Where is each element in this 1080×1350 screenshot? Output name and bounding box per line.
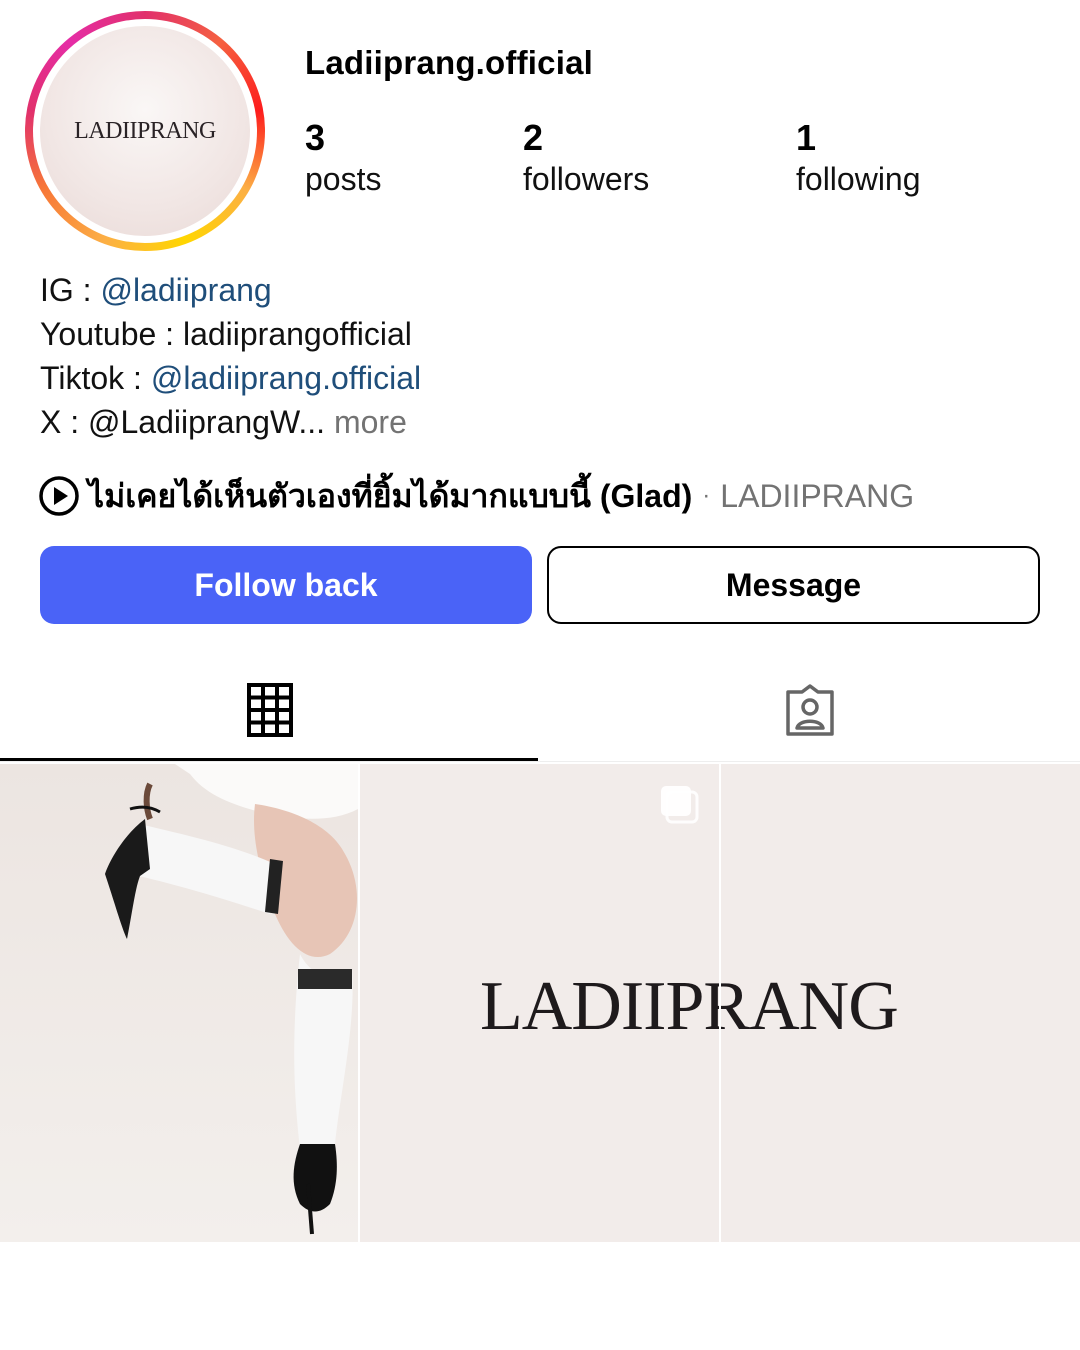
stat-followers[interactable]: 2 followers (523, 117, 649, 199)
stat-posts-count: 3 (305, 117, 326, 158)
tab-grid[interactable] (0, 660, 540, 760)
profile-bio: IG : @ladiiprang Youtube : ladiiprangoff… (40, 268, 421, 444)
bio-ig-line: IG : @ladiiprang (40, 268, 421, 312)
post-image-legs (0, 764, 358, 1242)
bio-youtube-line: Youtube : ladiiprangofficial (40, 316, 412, 352)
tab-divider (0, 761, 1080, 762)
svg-text:LADIIPRANG: LADIIPRANG (721, 968, 898, 1045)
stat-following-count: 1 (796, 117, 817, 158)
bio-x-text: X : @LadiiprangW... (40, 404, 326, 440)
svg-text:LADIIPRANG: LADIIPRANG (74, 118, 216, 144)
post-image-logo-right: LADIIPRANG (721, 764, 1080, 1242)
stat-posts-label: posts (305, 161, 382, 197)
profile-avatar[interactable]: LADIIPRANG (25, 11, 265, 251)
tab-tagged[interactable] (540, 660, 1080, 760)
post-tile-3[interactable]: LADIIPRANG (721, 764, 1080, 1242)
bio-tiktok-link[interactable]: @ladiiprang.official (151, 360, 421, 396)
posts-grid: LADIIPRANG LADIIPRANG (0, 764, 1080, 1242)
music-separator: · (702, 482, 711, 509)
stat-followers-count: 2 (523, 117, 544, 158)
bio-more-link[interactable]: more (334, 404, 407, 440)
stat-following[interactable]: 1 following (796, 117, 921, 199)
avatar-logo: LADIIPRANG (74, 118, 216, 144)
post-tile-1[interactable] (0, 764, 358, 1242)
post-image-logo-left: LADIIPRANG (360, 764, 719, 1242)
bio-tiktok-line: Tiktok : @ladiiprang.official (40, 356, 421, 400)
svg-text:LADIIPRANG: LADIIPRANG (480, 968, 719, 1045)
music-song-title: ไม่เคยได้เห็นตัวเองที่ยิ้มได้มากแบบนี้ (… (88, 477, 693, 514)
tagged-person-icon (786, 684, 834, 736)
bio-tiktok-label: Tiktok : (40, 360, 151, 396)
music-artist: LADIIPRANG (720, 477, 915, 514)
profile-music[interactable]: ไม่เคยได้เห็นตัวเองที่ยิ้มได้มากแบบนี้ (… (38, 474, 914, 518)
avatar-image: LADIIPRANG (40, 26, 250, 236)
bio-ig-link[interactable]: @ladiiprang (100, 272, 271, 308)
stat-following-label: following (796, 161, 921, 197)
post-tile-2[interactable]: LADIIPRANG (360, 764, 719, 1242)
follow-back-button[interactable]: Follow back (40, 546, 532, 624)
play-circle-icon (39, 476, 79, 516)
avatar-border: LADIIPRANG (33, 19, 257, 243)
bio-ig-label: IG : (40, 272, 101, 308)
profile-username: Ladiiprang.official (305, 44, 593, 81)
carousel-icon (661, 786, 699, 824)
stat-followers-label: followers (523, 161, 650, 197)
bio-x-line: X : @LadiiprangW... more (40, 400, 421, 444)
message-button[interactable]: Message (547, 546, 1040, 624)
stat-posts[interactable]: 3 posts (305, 117, 381, 199)
grid-icon (247, 683, 293, 737)
